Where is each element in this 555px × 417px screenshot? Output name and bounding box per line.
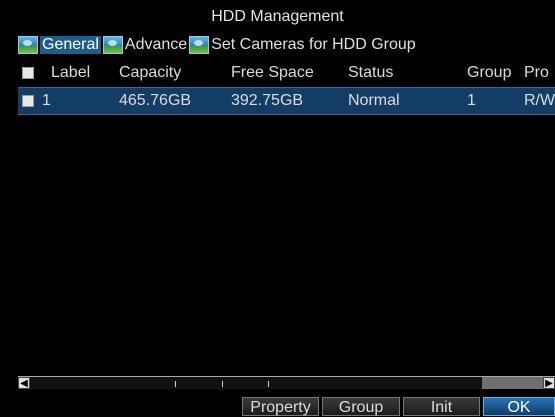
property-button[interactable]: Property (242, 397, 319, 416)
window-title: HDD Management (211, 8, 344, 25)
table-header: Label Capacity Free Space Status Group P… (18, 59, 555, 87)
column-header-group: Group (467, 64, 512, 81)
cell-property: R/W (524, 92, 555, 109)
group-button[interactable]: Group (322, 397, 400, 416)
scroll-left-button[interactable]: ◀ (18, 377, 30, 389)
column-header-label: Label (51, 64, 91, 81)
tab-general-label: General (40, 36, 101, 54)
init-button[interactable]: Init (403, 397, 480, 416)
scroll-tick (175, 381, 176, 387)
cell-status: Normal (348, 92, 400, 109)
cell-free-space: 392.75GB (231, 92, 304, 109)
horizontal-scrollbar[interactable]: ◀ ▶ (18, 376, 555, 389)
scroll-track[interactable] (30, 377, 482, 389)
camera-icon (102, 36, 123, 54)
camera-icon (18, 36, 38, 54)
scroll-tick (268, 381, 269, 387)
column-header-capacity: Capacity (119, 64, 182, 81)
hdd-table: Label Capacity Free Space Status Group P… (18, 59, 555, 389)
tab-set-cameras-label: Set Cameras for HDD Group (211, 36, 416, 53)
tab-set-cameras-for-hdd-group[interactable]: Set Cameras for HDD Group (189, 34, 416, 56)
ok-button[interactable]: OK (483, 397, 555, 416)
tab-advance[interactable]: Advance (102, 34, 188, 56)
cell-group: 1 (467, 92, 476, 109)
cell-capacity: 465.76GB (119, 92, 192, 109)
table-row[interactable]: 1 465.76GB 392.75GB Normal 1 R/W (18, 87, 555, 115)
row-checkbox[interactable] (22, 95, 34, 107)
camera-icon (189, 36, 210, 54)
column-header-status: Status (348, 64, 394, 81)
tab-bar: General Advance Set Cameras for HDD Grou… (18, 34, 418, 56)
select-all-checkbox[interactable] (22, 67, 34, 79)
scroll-thumb[interactable] (482, 377, 543, 389)
column-header-free-space: Free Space (231, 64, 314, 81)
column-header-property: Pro (524, 64, 549, 81)
tab-general[interactable]: General (18, 34, 101, 56)
scroll-tick (222, 381, 223, 387)
scroll-right-button[interactable]: ▶ (543, 377, 555, 389)
button-bar: Property Group Init OK (0, 397, 555, 416)
cell-label: 1 (42, 92, 51, 109)
tab-advance-label: Advance (124, 36, 188, 53)
